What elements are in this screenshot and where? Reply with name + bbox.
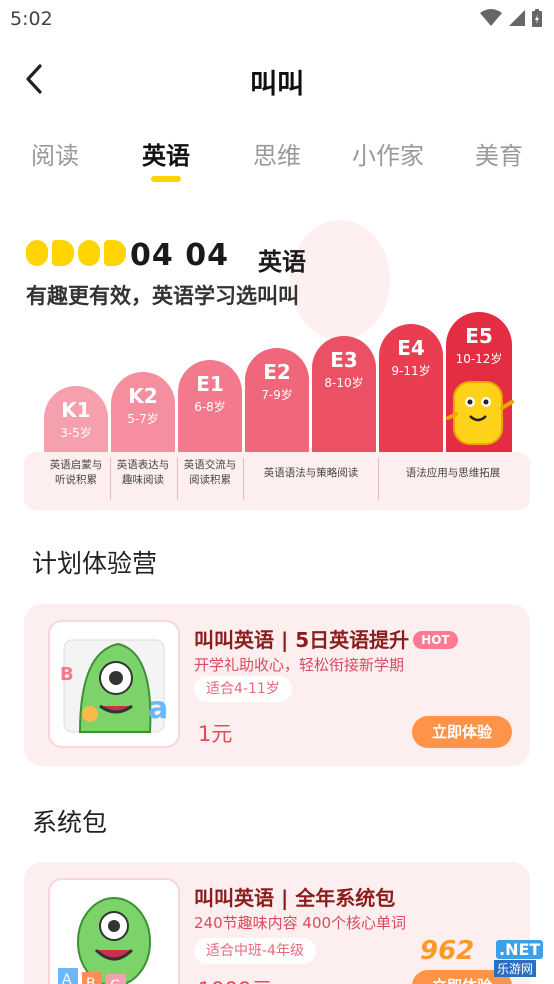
course-subtitle: 开学礼助收心，轻松衔接新学期 (194, 656, 405, 674)
app-header: 叫叫 (0, 44, 554, 116)
level-e4: E4 9-11岁 (379, 324, 443, 452)
green-monster-mascot-icon: B a (60, 639, 168, 733)
battery-icon (532, 9, 542, 27)
hot-badge: HOT (413, 631, 458, 649)
status-icons (480, 9, 542, 27)
banner-slogan: 有趣更有效，英语学习选叫叫 (26, 284, 299, 308)
course-thumbnail: A B C (48, 878, 180, 984)
tab-writer[interactable]: 小作家 (333, 136, 443, 171)
signal-icon (509, 10, 525, 26)
svg-text:B: B (86, 976, 96, 984)
course-subtitle: 240节趣味内容 400个核心单词 (194, 914, 407, 932)
course-price: 1元 (198, 722, 233, 746)
age-range-chip: 适合4-11岁 (194, 676, 292, 702)
site-watermark: 962 .NET 乐游网 (414, 936, 550, 980)
course-thumbnail: B a (48, 620, 180, 748)
svg-text:a: a (148, 691, 168, 726)
english-banner[interactable]: 04 04 英语 有趣更有效，英语学习选叫叫 K1 3-5岁 K2 5-7岁 E1 6… (0, 220, 554, 510)
watermark-number: 962 (420, 936, 475, 966)
jojo-logo-mark (26, 240, 130, 266)
tab-english[interactable]: 英语 (111, 136, 221, 171)
watermark-net: .NET (496, 940, 544, 959)
level-k1: K1 3-5岁 (44, 386, 108, 452)
level-e3: E3 8-10岁 (312, 336, 376, 452)
page-title: 叫叫 (250, 69, 304, 100)
tab-reading[interactable]: 阅读 (0, 136, 110, 171)
letter-b-mascot (446, 381, 514, 445)
level-desc-e4-e5: 语法应用与思维拓展 (405, 467, 501, 479)
subject-tabs: 阅读 英语 思维 小作家 美育 (0, 128, 554, 184)
status-bar: 5:02 (0, 0, 554, 40)
level-e2: E2 7-9岁 (245, 348, 309, 452)
age-range-chip: 适合中班-4年级 (194, 938, 316, 964)
logo-text: 04 04 (130, 238, 229, 273)
level-desc-k2: 英语表达与 趣味阅读 (116, 459, 170, 486)
tab-art[interactable]: 美育 (444, 136, 554, 171)
section-title-system: 系统包 (32, 808, 108, 837)
wifi-icon (480, 9, 502, 26)
try-now-button[interactable]: 立即体验 (412, 716, 512, 748)
course-card-trial[interactable]: B a 叫叫英语 | 5日英语提升 HOT 开学礼助收心，轻松衔接新学期 适合4-… (24, 604, 530, 766)
watermark-site-name: 乐游网 (494, 960, 537, 977)
level-k2: K2 5-7岁 (111, 372, 175, 452)
svg-text:A: A (62, 972, 72, 984)
active-tab-indicator (151, 176, 181, 182)
level-desc-e2-e3: 英语语法与策略阅读 (263, 467, 359, 479)
tab-thinking[interactable]: 思维 (222, 136, 332, 171)
status-time: 5:02 (10, 8, 53, 30)
level-desc-k1: 英语启蒙与 听说积累 (49, 459, 103, 486)
level-e1: E1 6-8岁 (178, 360, 242, 452)
level-desc-e1: 英语交流与 阅读积累 (183, 459, 237, 486)
logo-subject: 英语 (258, 248, 306, 276)
course-title: 叫叫英语 | 全年系统包 (194, 886, 396, 910)
planet-decoration (290, 220, 390, 340)
svg-text:C: C (110, 978, 120, 984)
svg-text:B: B (60, 664, 74, 685)
course-price: 1999元 (198, 974, 272, 984)
course-title: 叫叫英语 | 5日英语提升 HOT (194, 624, 458, 653)
green-monster-abc-icon: A B C (58, 897, 151, 984)
section-title-trial: 计划体验营 (32, 549, 158, 578)
